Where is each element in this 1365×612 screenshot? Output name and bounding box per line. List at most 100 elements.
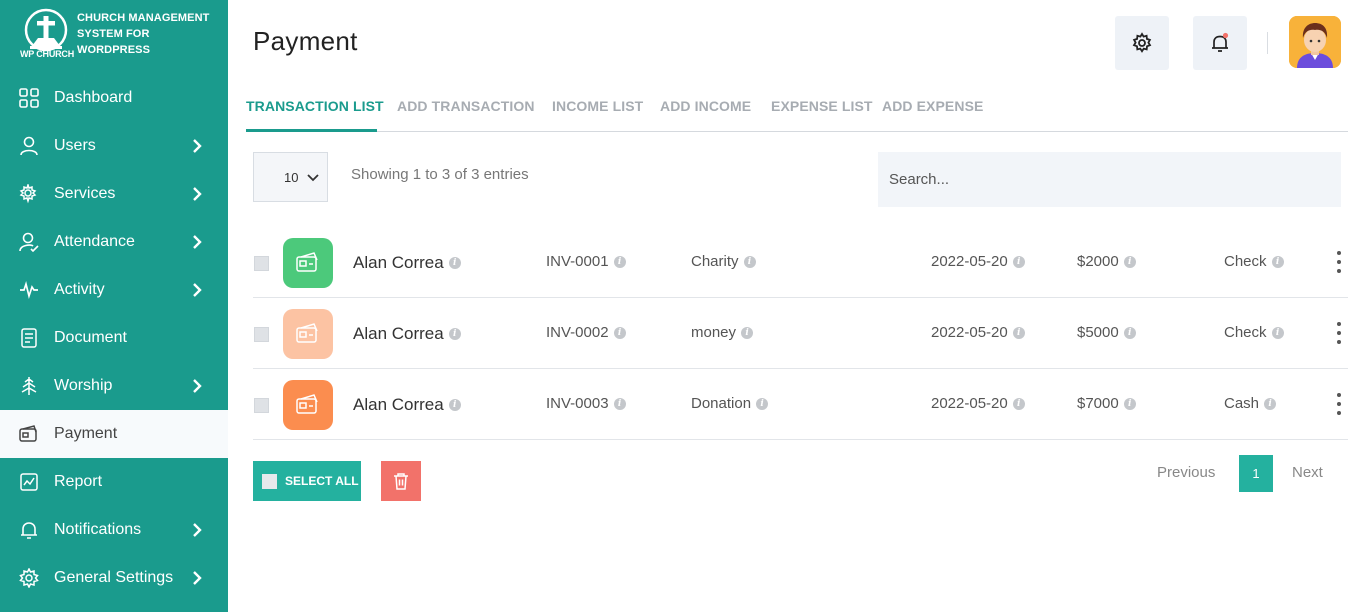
per-page-select[interactable]: 10 — [253, 152, 328, 202]
payment-icon — [283, 238, 333, 288]
search-input[interactable] — [878, 152, 1341, 207]
more-options-icon[interactable] — [1336, 393, 1342, 415]
sidebar-item-dashboard[interactable]: Dashboard — [0, 74, 228, 122]
info-icon[interactable]: i — [1123, 326, 1136, 339]
type-cell: money i — [691, 324, 754, 341]
sidebar-item-label: Services — [54, 185, 116, 202]
invoice-number: INV-0002 — [546, 324, 609, 341]
invoice-cell: INV-0003 i — [546, 395, 626, 412]
report-icon — [18, 471, 40, 493]
bell-icon — [18, 519, 40, 541]
payment-method: Check — [1224, 324, 1267, 341]
more-options-icon[interactable] — [1336, 251, 1342, 273]
sidebar-item-label: Activity — [54, 281, 105, 298]
user-avatar-icon — [1289, 16, 1341, 68]
tab-add-expense[interactable]: ADD EXPENSE — [882, 98, 983, 114]
tab-bar: TRANSACTION LIST ADD TRANSACTION INCOME … — [246, 92, 1348, 132]
sidebar-item-report[interactable]: Report — [0, 458, 228, 506]
payer-name: Alan Correa — [353, 253, 444, 272]
row-checkbox[interactable] — [254, 256, 269, 271]
pagination-previous[interactable]: Previous — [1157, 464, 1215, 481]
payment-amount: $5000 — [1077, 324, 1119, 341]
table-row: Alan Correa i INV-0003 i Donation i 2022-05… — [253, 369, 1348, 440]
settings-button[interactable] — [1115, 16, 1169, 70]
pagination-page[interactable]: 1 — [1239, 455, 1273, 492]
tab-income-list[interactable]: INCOME LIST — [552, 98, 643, 114]
info-icon[interactable]: i — [1123, 397, 1136, 410]
app-root: WP CHURCH CHURCH MANAGEMENT SYSTEM FOR W… — [0, 0, 1365, 612]
chevron-right-icon — [193, 283, 202, 297]
delete-button[interactable] — [381, 461, 421, 501]
payment-amount: $7000 — [1077, 395, 1119, 412]
info-icon[interactable]: i — [756, 397, 769, 410]
type-cell: Charity i — [691, 253, 756, 270]
tab-add-income[interactable]: ADD INCOME — [660, 98, 751, 114]
sidebar-item-label: Document — [54, 329, 127, 346]
info-icon[interactable]: i — [741, 326, 754, 339]
chevron-down-icon — [307, 174, 319, 182]
payment-date: 2022-05-20 — [931, 324, 1008, 341]
chevron-right-icon — [193, 523, 202, 537]
pagination-next[interactable]: Next — [1292, 464, 1323, 481]
amount-cell: $2000 i — [1077, 253, 1136, 270]
select-all-button[interactable]: SELECT ALL — [253, 461, 361, 501]
payment-icon — [283, 380, 333, 430]
sidebar-item-notifications[interactable]: Notifications — [0, 506, 228, 554]
gear-icon — [1132, 32, 1152, 53]
sidebar-item-attendance[interactable]: Attendance — [0, 218, 228, 266]
worship-icon — [18, 375, 40, 397]
sidebar-item-label: Notifications — [54, 521, 142, 538]
date-cell: 2022-05-20 i — [931, 324, 1025, 341]
tab-add-transaction[interactable]: ADD TRANSACTION — [397, 98, 535, 114]
info-icon[interactable]: i — [1264, 397, 1277, 410]
info-icon[interactable]: i — [613, 326, 626, 339]
date-cell: 2022-05-20 i — [931, 395, 1025, 412]
sidebar-item-activity[interactable]: Activity — [0, 266, 228, 314]
info-icon[interactable]: i — [613, 255, 626, 268]
sidebar-item-payment[interactable]: Payment — [0, 410, 228, 458]
sidebar-item-label: General Settings — [54, 569, 174, 586]
payment-method: Cash — [1224, 395, 1260, 412]
trash-icon — [394, 473, 408, 490]
payment-type: money — [691, 324, 737, 341]
chevron-right-icon — [193, 235, 202, 249]
payer-name: Alan Correa — [353, 324, 444, 343]
avatar[interactable] — [1289, 16, 1341, 68]
row-checkbox[interactable] — [254, 398, 269, 413]
sidebar-item-label: Users — [54, 137, 96, 154]
info-icon[interactable]: i — [743, 255, 756, 268]
payment-date: 2022-05-20 — [931, 253, 1008, 270]
chevron-right-icon — [193, 139, 202, 153]
row-checkbox[interactable] — [254, 327, 269, 342]
info-icon[interactable]: i — [1271, 326, 1284, 339]
info-icon[interactable]: i — [448, 328, 461, 340]
info-icon[interactable]: i — [1271, 255, 1284, 268]
payer-name: Alan Correa — [353, 395, 444, 414]
sidebar-item-services[interactable]: Services — [0, 170, 228, 218]
entries-info: Showing 1 to 3 of 3 entries — [351, 166, 529, 183]
info-icon[interactable]: i — [1012, 326, 1025, 339]
brand[interactable]: WP CHURCH CHURCH MANAGEMENT SYSTEM FOR W… — [0, 0, 228, 74]
more-options-icon[interactable] — [1336, 322, 1342, 344]
sidebar-item-document[interactable]: Document — [0, 314, 228, 362]
payment-type: Donation — [691, 395, 752, 412]
info-icon[interactable]: i — [1123, 255, 1136, 268]
tab-expense-list[interactable]: EXPENSE LIST — [771, 98, 873, 114]
payer-name-cell: Alan Correa i — [353, 253, 461, 273]
sidebar-item-users[interactable]: Users — [0, 122, 228, 170]
notifications-button[interactable] — [1193, 16, 1247, 70]
info-icon[interactable]: i — [448, 257, 461, 269]
info-icon[interactable]: i — [1012, 397, 1025, 410]
chevron-right-icon — [193, 571, 202, 585]
payer-name-cell: Alan Correa i — [353, 324, 461, 344]
sidebar-item-label: Attendance — [54, 233, 135, 250]
info-icon[interactable]: i — [613, 397, 626, 410]
sidebar-item-general-settings[interactable]: General Settings — [0, 554, 228, 602]
tab-transaction-list[interactable]: TRANSACTION LIST — [246, 98, 384, 114]
page-title: Payment — [253, 26, 358, 56]
info-icon[interactable]: i — [448, 399, 461, 411]
info-icon[interactable]: i — [1012, 255, 1025, 268]
sidebar-item-label: Worship — [54, 377, 113, 394]
sidebar-item-worship[interactable]: Worship — [0, 362, 228, 410]
bell-icon — [1212, 32, 1229, 52]
